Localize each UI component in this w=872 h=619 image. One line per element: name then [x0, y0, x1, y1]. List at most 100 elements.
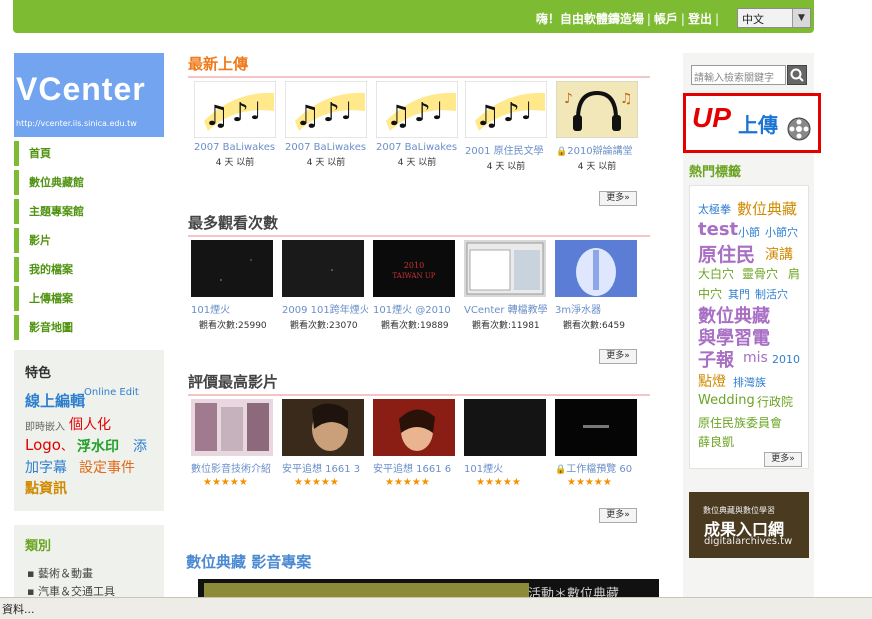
archives-banner[interactable]: 數位典藏與數位學習 成果入口網 digitalarchives.tw [689, 492, 809, 558]
video-card[interactable]: 2010 TAIWAN UP 101煙火 @2010 觀看次數:19889 [373, 240, 455, 331]
rating-stars: ★★★★★ [203, 477, 248, 488]
tag-link[interactable]: 制活穴 [755, 286, 788, 302]
music-thumb[interactable]: ♫ ♪ ♩ [194, 81, 276, 138]
site-logo[interactable]: VCenter http://vcenter.iis.sinica.edu.tw [14, 53, 164, 137]
search-icon [790, 68, 804, 82]
video-caption[interactable]: 101煙火 [464, 460, 550, 475]
nav-item-videos[interactable]: 影片 [14, 228, 164, 253]
category-item[interactable]: ▪ 藝術＆動畫 [27, 565, 93, 581]
video-caption[interactable]: 101煙火 @2010 [373, 301, 459, 316]
video-caption[interactable]: 數位影音技術介紹 [191, 460, 277, 475]
video-caption[interactable]: 🔒2010辯論講堂 [556, 142, 642, 157]
tag-link[interactable]: 大白穴 [698, 265, 734, 282]
search-input[interactable]: 請輸入檢索關鍵字 [691, 65, 786, 85]
nav-item-upload[interactable]: 上傳檔案 [14, 286, 164, 311]
video-caption[interactable]: VCenter 轉檔教學 [464, 301, 550, 316]
video-thumb[interactable] [282, 240, 364, 297]
video-card[interactable]: 2009 101跨年煙火 觀看次數:23070 [282, 240, 368, 331]
account-link[interactable]: 帳戶 [654, 12, 678, 26]
video-card[interactable]: ♫ ♪ ♩ 2007 BaLiwakes 4 天 以前 [285, 81, 367, 168]
tag-link[interactable]: 演講 [765, 244, 793, 264]
tag-link[interactable]: 中穴 [698, 285, 722, 302]
tag-link[interactable]: 子報 [698, 346, 734, 372]
project-title: 數位典藏 影音專案 [186, 553, 312, 571]
svg-text:♪: ♪ [564, 91, 573, 107]
svg-text:♩: ♩ [341, 97, 352, 125]
tag-link[interactable]: 原住民 [698, 240, 755, 267]
language-select[interactable]: 中文 ▼ [737, 8, 811, 28]
video-card[interactable]: 🔒工作檔預覽 60 ★★★★★ [555, 399, 637, 488]
tag-link[interactable]: mis [743, 350, 768, 366]
features-heading: 特色 [25, 366, 52, 381]
tag-link[interactable]: 排灣族 [733, 374, 766, 390]
video-time: 4 天 以前 [486, 162, 526, 172]
feature-personal: 個人化 [69, 417, 111, 433]
tag-link[interactable]: 2010 [772, 353, 800, 366]
video-card[interactable]: 101煙火 ★★★★★ [464, 399, 546, 488]
greeting-link[interactable]: 嗨！自由軟體鑄造場 [536, 12, 644, 26]
music-thumb[interactable]: ♫ ♪ ♩ [376, 81, 458, 138]
more-button[interactable]: 更多» [599, 508, 637, 523]
tag-link[interactable]: 薛良凱 [698, 433, 734, 450]
video-card[interactable]: ♪ ♫ 🔒2010辯論講堂 4 天 以前 [556, 81, 638, 172]
video-card[interactable]: VCenter 轉檔教學 觀看次數:11981 [464, 240, 548, 331]
tag-link[interactable]: 行政院 [757, 393, 793, 410]
video-card[interactable]: 安平追想 1661 3 ★★★★★ [282, 399, 364, 488]
nav-item-my-files[interactable]: 我的檔案 [14, 257, 164, 282]
tag-link[interactable]: test [698, 219, 738, 240]
tag-link[interactable]: 肩 [788, 265, 800, 282]
tag-link[interactable]: 靈骨穴 [742, 265, 778, 282]
music-thumb[interactable]: ♫ ♪ ♩ [465, 81, 547, 138]
video-caption[interactable]: 安平追想 1661 3 [282, 460, 368, 475]
video-thumb[interactable] [191, 399, 273, 456]
view-count: 觀看次數:19889 [381, 321, 449, 331]
logo-name: VCenter [16, 71, 146, 107]
video-card[interactable]: 安平追想 1661 6 ★★★★★ [373, 399, 455, 488]
video-caption[interactable]: 2009 101跨年煙火 [282, 301, 368, 316]
video-caption[interactable]: 2001 原住民文學 [465, 142, 551, 157]
video-card[interactable]: ♫ ♪ ♩ 2007 BaLiwakes 4 天 以前 [194, 81, 276, 168]
video-card[interactable]: 數位影音技術介紹 ★★★★★ [191, 399, 273, 488]
video-caption[interactable]: 安平追想 1661 6 [373, 460, 459, 475]
more-button[interactable]: 更多» [764, 452, 802, 467]
nav-item-projects[interactable]: 主題專案館 [14, 199, 164, 224]
more-button[interactable]: 更多» [599, 191, 637, 206]
video-thumb[interactable] [282, 399, 364, 456]
video-thumb[interactable]: 2010 TAIWAN UP [373, 240, 455, 297]
video-thumb[interactable] [555, 240, 637, 297]
video-thumb[interactable] [555, 399, 637, 456]
tag-link[interactable]: 數位典藏 [737, 198, 797, 219]
nav-item-home[interactable]: 首頁 [14, 141, 164, 166]
tag-link[interactable]: 其門 [728, 286, 750, 302]
audio-thumb[interactable]: ♪ ♫ [556, 81, 638, 138]
tag-link[interactable]: Wedding [698, 393, 755, 408]
music-thumb[interactable]: ♫ ♪ ♩ [285, 81, 367, 138]
video-caption[interactable]: 101煙火 [191, 301, 277, 316]
video-caption[interactable]: 2007 BaLiwakes [376, 142, 462, 153]
search-button[interactable] [787, 65, 807, 85]
video-thumb[interactable] [464, 240, 546, 297]
video-card[interactable]: 101煙火 觀看次數:25990 [191, 240, 273, 331]
video-thumb[interactable] [464, 399, 546, 456]
nav-item-map[interactable]: 影音地圖 [14, 315, 164, 340]
video-card[interactable]: 3m淨水器 觀看次數:6459 [555, 240, 637, 331]
tag-link[interactable]: 點燈 [698, 371, 726, 391]
feature-subtitle: 加字幕 [25, 460, 67, 476]
chevron-down-icon[interactable]: ▼ [792, 9, 810, 27]
tag-link[interactable]: 太極拳 [698, 201, 731, 217]
more-button[interactable]: 更多» [599, 349, 637, 364]
video-caption[interactable]: 🔒工作檔預覽 60 [555, 460, 641, 475]
tag-link[interactable]: 原住民族委員會 [698, 414, 782, 431]
upload-banner[interactable]: UP 上傳 [683, 93, 821, 153]
video-caption[interactable]: 3m淨水器 [555, 301, 641, 316]
tag-link[interactable]: 小節 [738, 224, 760, 240]
video-thumb[interactable] [191, 240, 273, 297]
video-thumb[interactable] [373, 399, 455, 456]
nav-item-archives[interactable]: 數位典藏館 [14, 170, 164, 195]
video-card[interactable]: ♫ ♪ ♩ 2001 原住民文學 4 天 以前 [465, 81, 547, 172]
video-card[interactable]: ♫ ♪ ♩ 2007 BaLiwakes 4 天 以前 [376, 81, 458, 168]
logout-link[interactable]: 登出 [688, 12, 712, 26]
video-caption[interactable]: 2007 BaLiwakes [194, 142, 280, 153]
tag-link[interactable]: 小節穴 [765, 224, 798, 240]
video-caption[interactable]: 2007 BaLiwakes [285, 142, 371, 153]
